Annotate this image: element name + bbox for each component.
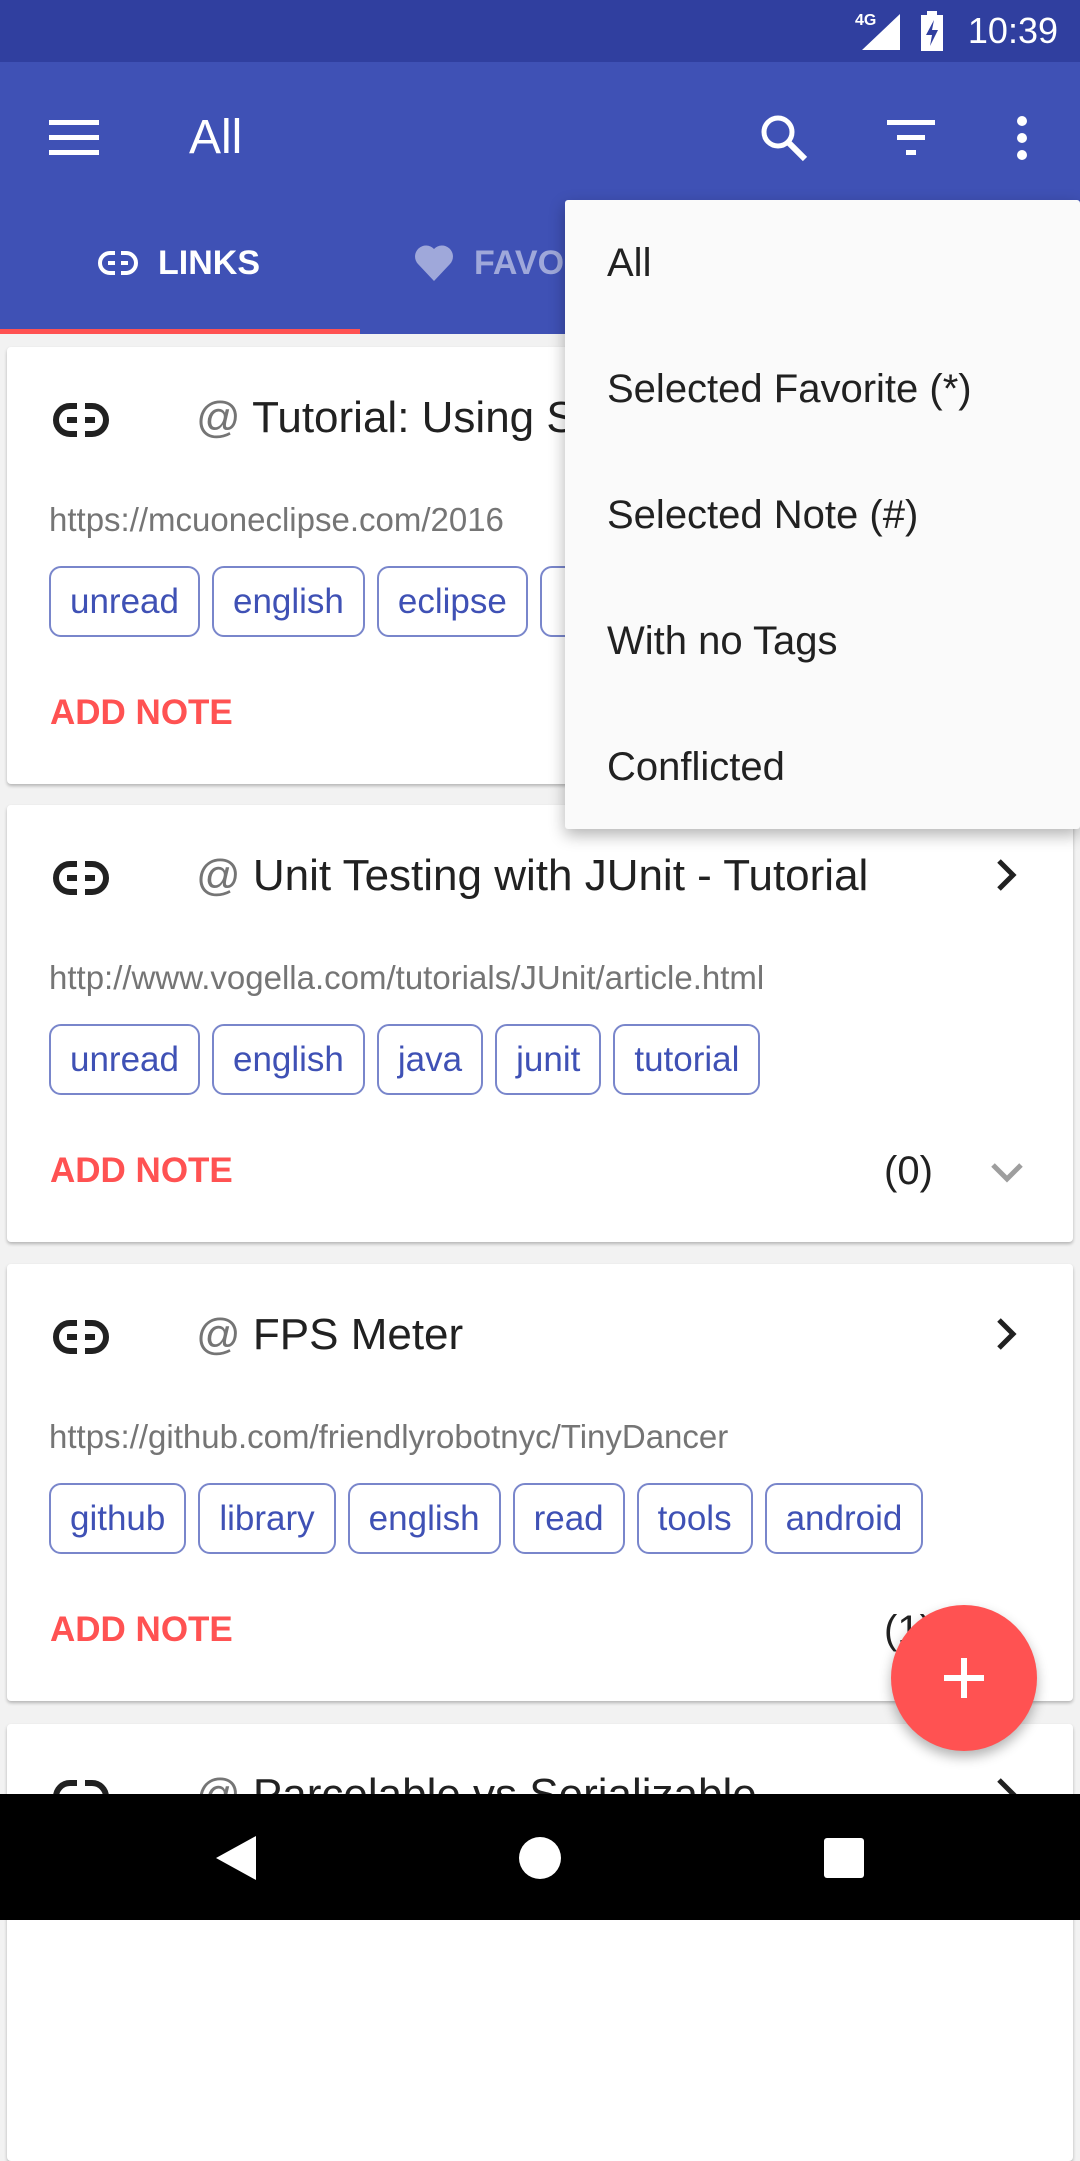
tab-links[interactable]: LINKS bbox=[98, 196, 260, 330]
recents-icon[interactable] bbox=[824, 1838, 864, 1878]
chevron-right-icon[interactable] bbox=[987, 855, 1027, 895]
add-note-button[interactable]: ADD NOTE bbox=[50, 693, 233, 733]
link-icon bbox=[98, 251, 138, 275]
chevron-down-icon[interactable] bbox=[987, 1157, 1027, 1187]
home-icon[interactable] bbox=[518, 1836, 562, 1880]
tag[interactable]: tutorial bbox=[613, 1024, 761, 1095]
tag[interactable]: junit bbox=[495, 1024, 602, 1095]
tag[interactable]: android bbox=[764, 1483, 924, 1554]
navigation-bar bbox=[0, 1794, 1080, 1920]
heart-icon bbox=[415, 245, 453, 281]
battery-charging-icon bbox=[921, 11, 943, 51]
tag[interactable]: tools bbox=[636, 1483, 753, 1554]
tag[interactable]: read bbox=[512, 1483, 625, 1554]
tab-label: LINKS bbox=[158, 243, 260, 282]
more-vert-icon[interactable] bbox=[992, 108, 1052, 168]
tag[interactable]: english bbox=[347, 1483, 501, 1554]
link-url[interactable]: http://www.vogella.com/tutorials/JUnit/a… bbox=[49, 959, 764, 997]
tab-favorites[interactable]: FAVO bbox=[414, 196, 564, 330]
link-icon bbox=[53, 858, 109, 898]
add-link-fab[interactable] bbox=[891, 1605, 1037, 1751]
tag-list: unread english java junit tutorial bbox=[49, 1024, 761, 1095]
menu-item-selected-note[interactable]: Selected Note (#) bbox=[565, 452, 1080, 578]
link-card[interactable]: @ Unit Testing with JUnit - Tutorial htt… bbox=[7, 805, 1073, 1242]
menu-item-selected-favorite[interactable]: Selected Favorite (*) bbox=[565, 326, 1080, 452]
menu-icon[interactable] bbox=[44, 108, 104, 168]
menu-item-no-tags[interactable]: With no Tags bbox=[565, 578, 1080, 704]
tab-indicator bbox=[0, 329, 360, 334]
link-url[interactable]: https://github.com/friendlyrobotnyc/Tiny… bbox=[49, 1418, 728, 1456]
add-note-button[interactable]: ADD NOTE bbox=[50, 1151, 233, 1191]
link-icon bbox=[53, 400, 109, 440]
tag[interactable]: english bbox=[211, 1024, 365, 1095]
plus-icon bbox=[944, 1658, 984, 1698]
clock: 10:39 bbox=[967, 10, 1058, 51]
status-bar: 4G 10:39 bbox=[0, 0, 1080, 62]
back-icon[interactable] bbox=[216, 1836, 256, 1880]
tag[interactable]: english bbox=[211, 566, 365, 637]
link-icon bbox=[53, 1317, 109, 1357]
tag[interactable]: library bbox=[198, 1483, 336, 1554]
tag[interactable]: unread bbox=[49, 1024, 200, 1095]
filter-menu: All Selected Favorite (*) Selected Note … bbox=[565, 200, 1080, 829]
menu-item-all[interactable]: All bbox=[565, 200, 1080, 326]
tab-label: FAVO bbox=[474, 243, 565, 282]
tag-list: unread english eclipse bbox=[49, 566, 600, 637]
link-title[interactable]: @ Tutorial: Using S bbox=[196, 393, 576, 443]
signal-icon bbox=[862, 14, 900, 50]
link-title[interactable]: @ FPS Meter bbox=[196, 1310, 463, 1360]
link-card[interactable]: @ Parcelable vs Serializable bbox=[7, 1724, 1073, 2161]
page-title: All bbox=[189, 111, 243, 164]
tag[interactable]: github bbox=[49, 1483, 187, 1554]
tag[interactable]: eclipse bbox=[376, 566, 528, 637]
add-note-button[interactable]: ADD NOTE bbox=[50, 1610, 233, 1650]
filter-icon[interactable] bbox=[881, 108, 941, 168]
tag-list: github library english read tools androi… bbox=[49, 1483, 924, 1554]
chevron-right-icon[interactable] bbox=[987, 1314, 1027, 1354]
tag[interactable]: unread bbox=[49, 566, 200, 637]
link-url[interactable]: https://mcuoneclipse.com/2016 bbox=[49, 501, 504, 539]
link-title[interactable]: @ Unit Testing with JUnit - Tutorial bbox=[196, 851, 868, 901]
search-icon[interactable] bbox=[754, 108, 814, 168]
note-count: (0) bbox=[884, 1149, 933, 1193]
tag[interactable]: java bbox=[376, 1024, 484, 1095]
menu-item-conflicted[interactable]: Conflicted bbox=[565, 704, 1080, 830]
